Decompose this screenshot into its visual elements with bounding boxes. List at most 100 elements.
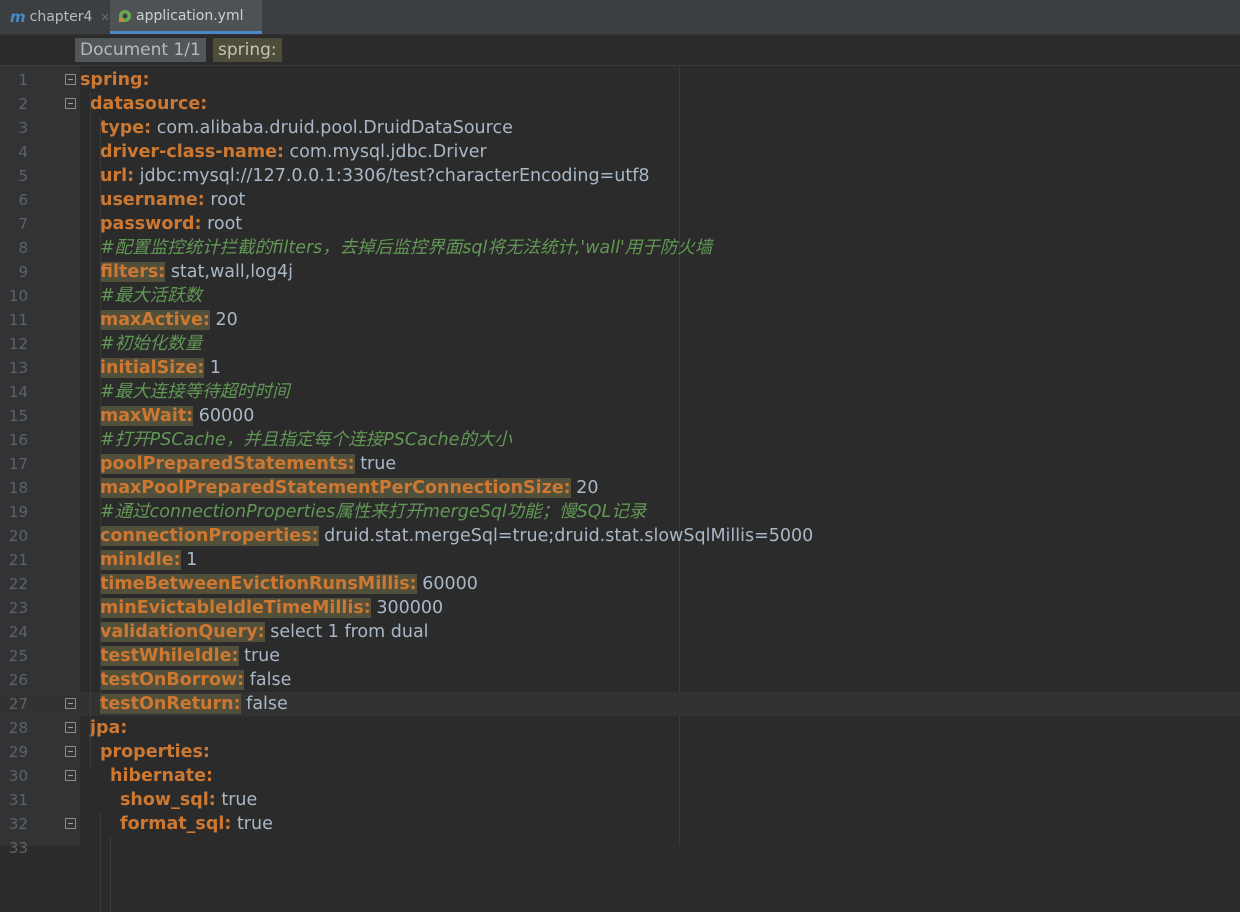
yaml-key: show_sql: xyxy=(120,790,216,810)
yaml-key: maxWait: xyxy=(100,406,194,426)
yaml-key: maxPoolPreparedStatementPerConnectionSiz… xyxy=(100,478,571,498)
code-line[interactable]: 6 username: root xyxy=(0,188,1240,212)
code-line[interactable]: 13 initialSize: 1 xyxy=(0,356,1240,380)
fold-icon[interactable] xyxy=(65,818,76,829)
yaml-value: true xyxy=(238,646,281,666)
spring-leaf-icon xyxy=(119,9,131,22)
code-text: filters: stat,wall,log4j xyxy=(100,260,293,284)
code-line[interactable]: 3 type: com.alibaba.druid.pool.DruidDataS… xyxy=(0,116,1240,140)
code-line[interactable]: 14 #最大连接等待超时时间 xyxy=(0,380,1240,404)
code-line[interactable]: 17 poolPreparedStatements: true xyxy=(0,452,1240,476)
code-line[interactable]: 31 show_sql: true xyxy=(0,788,1240,812)
code-line[interactable]: 1 spring: xyxy=(0,68,1240,92)
yaml-value: 60000 xyxy=(416,574,478,594)
code-text: minEvictableIdleTimeMillis: 300000 xyxy=(100,596,443,620)
close-icon[interactable]: ✕ xyxy=(100,11,109,24)
code-text: username: root xyxy=(100,188,245,212)
code-line[interactable]: 24 validationQuery: select 1 from dual xyxy=(0,620,1240,644)
code-line[interactable]: 21 minIdle: 1 xyxy=(0,548,1240,572)
code-editor[interactable]: 1 spring: 2 datasource: 3 type: com.alibaba.d… xyxy=(0,66,1240,857)
module-icon: m xyxy=(10,8,26,26)
yaml-key: jpa: xyxy=(90,718,128,738)
fold-icon[interactable] xyxy=(65,698,76,709)
yaml-comment: #打开PSCache，并且指定每个连接PSCache的大小 xyxy=(100,430,512,450)
code-text: password: root xyxy=(100,212,242,236)
code-text: #通过connectionProperties属性来打开mergeSql功能；慢… xyxy=(100,500,646,524)
yaml-value: true xyxy=(231,814,273,834)
line-number: 2 xyxy=(18,95,28,113)
yaml-key: type: xyxy=(100,118,152,138)
tab-chapter4[interactable]: m chapter4 ✕ xyxy=(2,0,110,34)
line-number: 24 xyxy=(8,623,28,641)
yaml-key: testWhileIdle: xyxy=(100,646,239,666)
yaml-key: driver-class-name: xyxy=(100,142,284,162)
yaml-key: filters: xyxy=(100,262,166,282)
code-text: #打开PSCache，并且指定每个连接PSCache的大小 xyxy=(100,428,512,452)
code-line[interactable]: 5 url: jdbc:mysql://127.0.0.1:3306/test?c… xyxy=(0,164,1240,188)
code-line[interactable]: 25 testWhileIdle: true xyxy=(0,644,1240,668)
code-line[interactable]: 22 timeBetweenEvictionRunsMillis: 60000 xyxy=(0,572,1240,596)
code-line[interactable]: 11 maxActive: 20 xyxy=(0,308,1240,332)
code-line[interactable]: 32 format_sql: true xyxy=(0,812,1240,836)
code-line[interactable]: 12 #初始化数量 xyxy=(0,332,1240,356)
tab-label: application.yml xyxy=(136,7,244,24)
fold-icon[interactable] xyxy=(65,74,76,85)
yaml-value: com.mysql.jdbc.Driver xyxy=(283,142,487,162)
line-number: 32 xyxy=(8,815,28,833)
yaml-key: validationQuery: xyxy=(100,622,265,642)
line-number: 27 xyxy=(8,695,28,713)
code-text: #最大连接等待超时时间 xyxy=(100,380,290,404)
code-line[interactable]: 26 testOnBorrow: false xyxy=(0,668,1240,692)
code-text: testWhileIdle: true xyxy=(100,644,280,668)
line-number: 11 xyxy=(8,311,28,329)
yaml-key: testOnReturn: xyxy=(100,694,241,714)
line-number: 19 xyxy=(8,503,28,521)
code-line[interactable]: 20 connectionProperties: druid.stat.merge… xyxy=(0,524,1240,548)
code-line[interactable]: 4 driver-class-name: com.mysql.jdbc.Drive… xyxy=(0,140,1240,164)
yaml-value: 1 xyxy=(204,358,221,378)
yaml-key: connectionProperties: xyxy=(100,526,319,546)
code-text: format_sql: true xyxy=(120,812,273,836)
breadcrumb: Document 1/1 spring: xyxy=(0,35,1240,66)
yaml-value: stat,wall,log4j xyxy=(165,262,293,282)
code-line[interactable]: 7 password: root xyxy=(0,212,1240,236)
indent-guide xyxy=(110,836,111,912)
breadcrumb-spring[interactable]: spring: xyxy=(213,38,282,62)
fold-icon[interactable] xyxy=(65,722,76,733)
yaml-key: password: xyxy=(100,214,202,234)
code-text: jpa: xyxy=(90,716,127,740)
code-text: testOnReturn: false xyxy=(100,692,288,716)
line-number: 14 xyxy=(8,383,28,401)
fold-icon[interactable] xyxy=(65,746,76,757)
fold-icon[interactable] xyxy=(65,98,76,109)
yaml-key: spring: xyxy=(80,70,150,90)
breadcrumb-document[interactable]: Document 1/1 xyxy=(75,38,206,62)
code-line[interactable]: 2 datasource: xyxy=(0,92,1240,116)
code-line[interactable]: 15 maxWait: 60000 xyxy=(0,404,1240,428)
line-number: 20 xyxy=(8,527,28,545)
code-line[interactable]: 23 minEvictableIdleTimeMillis: 300000 xyxy=(0,596,1240,620)
fold-icon[interactable] xyxy=(65,770,76,781)
yaml-key: properties: xyxy=(100,742,210,762)
code-line[interactable]: 10 #最大活跃数 xyxy=(0,284,1240,308)
code-line[interactable]: 33 xyxy=(0,836,1240,860)
code-line[interactable]: 28 jpa: xyxy=(0,716,1240,740)
code-line[interactable]: 19 #通过connectionProperties属性来打开mergeSql功能… xyxy=(0,500,1240,524)
code-line[interactable]: 29 properties: xyxy=(0,740,1240,764)
yaml-value: false xyxy=(244,670,292,690)
code-line[interactable]: 8 #配置监控统计拦截的filters，去掉后监控界面sql将无法统计,'wall… xyxy=(0,236,1240,260)
code-text: hibernate: xyxy=(110,764,213,788)
code-text: maxWait: 60000 xyxy=(100,404,254,428)
code-line[interactable]: 9 filters: stat,wall,log4j xyxy=(0,260,1240,284)
code-line[interactable]: 27 testOnReturn: false xyxy=(0,692,1240,716)
line-number: 25 xyxy=(8,647,28,665)
code-line[interactable]: 30 hibernate: xyxy=(0,764,1240,788)
code-line[interactable]: 18 maxPoolPreparedStatementPerConnectionS… xyxy=(0,476,1240,500)
line-number: 17 xyxy=(8,455,28,473)
yaml-comment: #配置监控统计拦截的filters，去掉后监控界面sql将无法统计,'wall'… xyxy=(100,238,713,258)
yaml-key: minIdle: xyxy=(100,550,181,570)
code-line[interactable]: 16 #打开PSCache，并且指定每个连接PSCache的大小 xyxy=(0,428,1240,452)
line-number: 7 xyxy=(18,215,28,233)
line-number: 4 xyxy=(18,143,28,161)
tab-application-yml[interactable]: application.yml xyxy=(110,0,262,34)
